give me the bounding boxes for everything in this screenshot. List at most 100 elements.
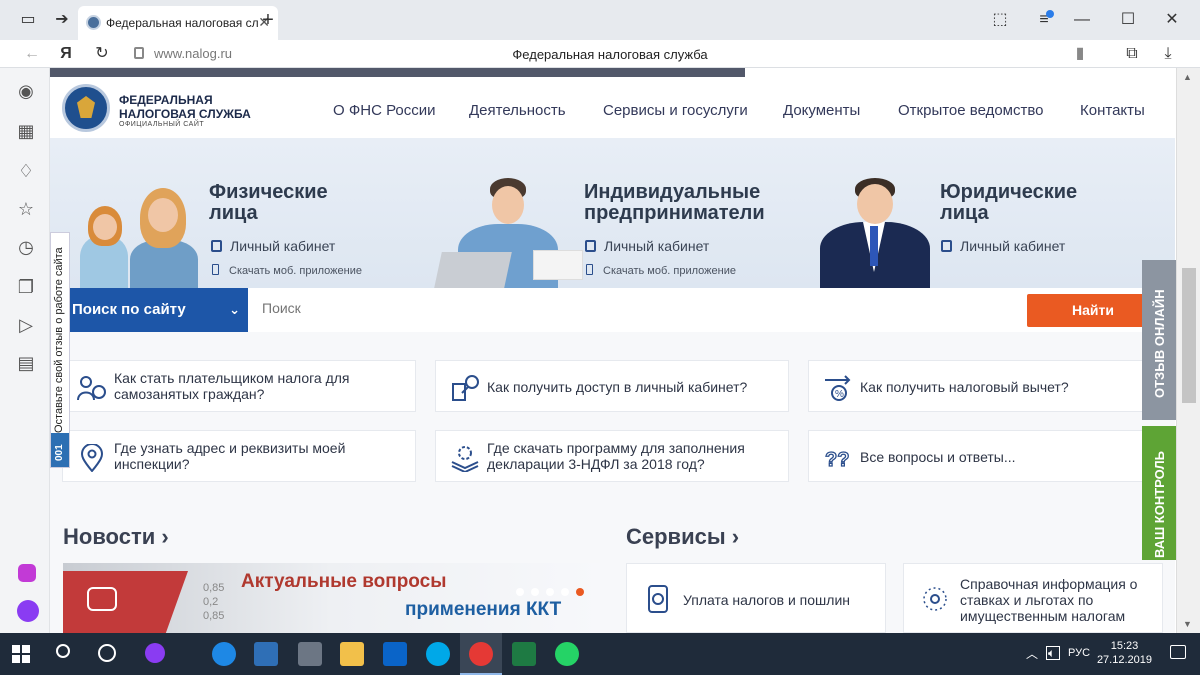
- alice-voice-icon[interactable]: [17, 600, 39, 622]
- reload-icon[interactable]: ↻: [90, 42, 114, 66]
- services-heading[interactable]: Сервисы ›: [626, 524, 739, 550]
- collections-icon[interactable]: ❐: [15, 276, 37, 298]
- feedback-counter: 001: [51, 433, 69, 467]
- faq-cabinet-access[interactable]: Как получить доступ в личный кабинет?: [435, 360, 789, 412]
- fns-logo-icon[interactable]: [62, 84, 110, 132]
- notifications-icon[interactable]: [1170, 645, 1186, 659]
- scroll-thumb[interactable]: [1182, 268, 1196, 403]
- network-icon: [923, 587, 947, 611]
- excel-icon[interactable]: [512, 642, 536, 666]
- outlook-icon[interactable]: [383, 642, 407, 666]
- your-control-tab[interactable]: ВАШ КОНТРОЛЬ: [1142, 426, 1176, 560]
- lock-icon: [941, 240, 952, 252]
- legal-entities-cabinet-link[interactable]: Личный кабинет: [941, 238, 1065, 254]
- file-explorer-icon[interactable]: [340, 642, 364, 666]
- minimize-icon[interactable]: —: [1070, 8, 1094, 32]
- brand-line3: ОФИЦИАЛЬНЫЙ САЙТ: [119, 121, 205, 128]
- nav-about[interactable]: О ФНС России: [333, 102, 436, 119]
- apps-grid-icon[interactable]: ▦: [15, 120, 37, 142]
- back-icon[interactable]: ←: [20, 42, 44, 66]
- close-window-icon[interactable]: ✕: [1160, 8, 1184, 32]
- windows-start-icon[interactable]: [12, 645, 30, 663]
- online-review-tab[interactable]: ОТЗЫВ ОНЛАЙН: [1142, 260, 1176, 420]
- sidebar-toggle-icon[interactable]: ▭: [16, 8, 40, 32]
- service-tax-payment[interactable]: Уплата налогов и пошлин: [626, 563, 886, 633]
- skype-icon[interactable]: [426, 642, 450, 666]
- nav-documents[interactable]: Документы: [783, 102, 860, 119]
- faq-self-employed[interactable]: Как стать плательщиком налога для самозан…: [62, 360, 416, 412]
- faq-tax-deduction[interactable]: % Как получить налоговый вычет?: [808, 360, 1162, 412]
- service-property-tax-info[interactable]: Справочная информация о ставках и льготах…: [903, 563, 1163, 633]
- location-pin-icon: [80, 444, 104, 472]
- scroll-up-icon[interactable]: ▲: [1183, 72, 1192, 82]
- url-field[interactable]: www.nalog.ru Федеральная налоговая служб…: [130, 44, 1090, 66]
- tray-chevron-icon[interactable]: ︿: [1026, 645, 1038, 662]
- whatsapp-icon[interactable]: [555, 642, 579, 666]
- download-icon[interactable]: ⤓: [1156, 42, 1180, 66]
- entrepreneurs-app-link[interactable]: Скачать моб. приложение: [586, 264, 736, 277]
- bookmarks-icon[interactable]: ⬚: [988, 8, 1012, 32]
- yandex-icon[interactable]: Я: [54, 42, 78, 66]
- individuals-cabinet-link[interactable]: Личный кабинет: [211, 238, 335, 254]
- maximize-icon[interactable]: ☐: [1116, 8, 1140, 32]
- alice-taskbar-icon[interactable]: [145, 643, 165, 663]
- person-coin-icon: [77, 376, 106, 401]
- carousel-dot[interactable]: [546, 588, 554, 596]
- browser-tab[interactable]: Федеральная налоговая сл ✕: [78, 6, 278, 40]
- key-icon: [452, 375, 479, 401]
- carousel-dot[interactable]: [561, 588, 569, 596]
- chat-bubble-icon: [87, 587, 117, 611]
- browser-sidebar: ◉ ▦ ♢ ☆ ◷ ❐ ▷ ▤: [0, 68, 50, 633]
- news-heading[interactable]: Новости ›: [63, 524, 169, 550]
- notes-icon[interactable]: ▤: [15, 352, 37, 374]
- faq-3ndfl-program[interactable]: Где скачать программу для заполнения декл…: [435, 430, 789, 482]
- carousel-dot-active[interactable]: [576, 588, 584, 596]
- nav-open-agency[interactable]: Открытое ведомство: [898, 102, 1044, 119]
- chevron-down-icon: ⌄: [229, 302, 240, 317]
- bookmark-flag-icon[interactable]: ▮: [1068, 42, 1092, 66]
- new-tab-icon[interactable]: +: [256, 8, 280, 32]
- search-input[interactable]: [262, 300, 1002, 316]
- page-scrollbar[interactable]: ▲ ▼: [1176, 68, 1200, 633]
- play-icon[interactable]: ▷: [15, 314, 37, 336]
- scroll-down-icon[interactable]: ▼: [1183, 619, 1192, 629]
- yandex-browser-icon: [469, 642, 493, 666]
- translate-icon[interactable]: ⧉: [1120, 42, 1144, 66]
- legal-entities-title[interactable]: Юридические лица: [940, 182, 1077, 224]
- task-view-icon[interactable]: [98, 644, 116, 662]
- search-icon[interactable]: [56, 644, 70, 658]
- profile-icon[interactable]: ◉: [15, 80, 37, 102]
- alice-app-icon[interactable]: [18, 564, 36, 582]
- edge-browser-icon[interactable]: [212, 642, 236, 666]
- nav-contacts[interactable]: Контакты: [1080, 102, 1145, 119]
- nav-activity[interactable]: Деятельность: [469, 102, 566, 119]
- clock[interactable]: 15:23 27.12.2019: [1097, 639, 1152, 667]
- language-indicator[interactable]: РУС: [1068, 647, 1090, 659]
- fns-favicon-icon: [86, 15, 101, 30]
- gear-stack-icon: [451, 446, 479, 472]
- star-icon[interactable]: ☆: [15, 198, 37, 220]
- carousel-dot[interactable]: [531, 588, 539, 596]
- news-banner[interactable]: 0,85 0,2 0,85 Актуальные вопросы примене…: [63, 563, 600, 633]
- store-icon[interactable]: [254, 642, 278, 666]
- yandex-browser-active[interactable]: [460, 633, 502, 675]
- search-scope-select[interactable]: Поиск по сайту ⌄: [62, 288, 248, 332]
- feedback-side-tab[interactable]: Оставьте свой отзыв о работе сайта 001: [50, 232, 70, 468]
- svg-text:??: ??: [825, 449, 849, 471]
- phone-icon: [586, 264, 593, 275]
- nav-services[interactable]: Сервисы и госуслуги: [603, 102, 748, 119]
- forward-circle-icon[interactable]: ➔: [50, 8, 74, 32]
- individuals-title[interactable]: Физические лица: [209, 182, 328, 224]
- entrepreneurs-title[interactable]: Индивидуальные предприниматели: [584, 182, 765, 224]
- carousel-dot[interactable]: [516, 588, 524, 596]
- history-icon[interactable]: ◷: [15, 236, 37, 258]
- search-button[interactable]: Найти: [1027, 294, 1159, 327]
- entrepreneurs-cabinet-link[interactable]: Личный кабинет: [585, 238, 709, 254]
- top-strip: [50, 68, 1175, 80]
- volume-icon[interactable]: 🔈︎: [1048, 646, 1055, 661]
- calculator-icon[interactable]: [298, 642, 322, 666]
- individuals-app-link[interactable]: Скачать моб. приложение: [212, 264, 362, 277]
- bell-icon[interactable]: ♢: [15, 160, 37, 182]
- faq-inspection-address[interactable]: Где узнать адрес и реквизиты моей инспекц…: [62, 430, 416, 482]
- faq-all-questions[interactable]: ?? Все вопросы и ответы...: [808, 430, 1162, 482]
